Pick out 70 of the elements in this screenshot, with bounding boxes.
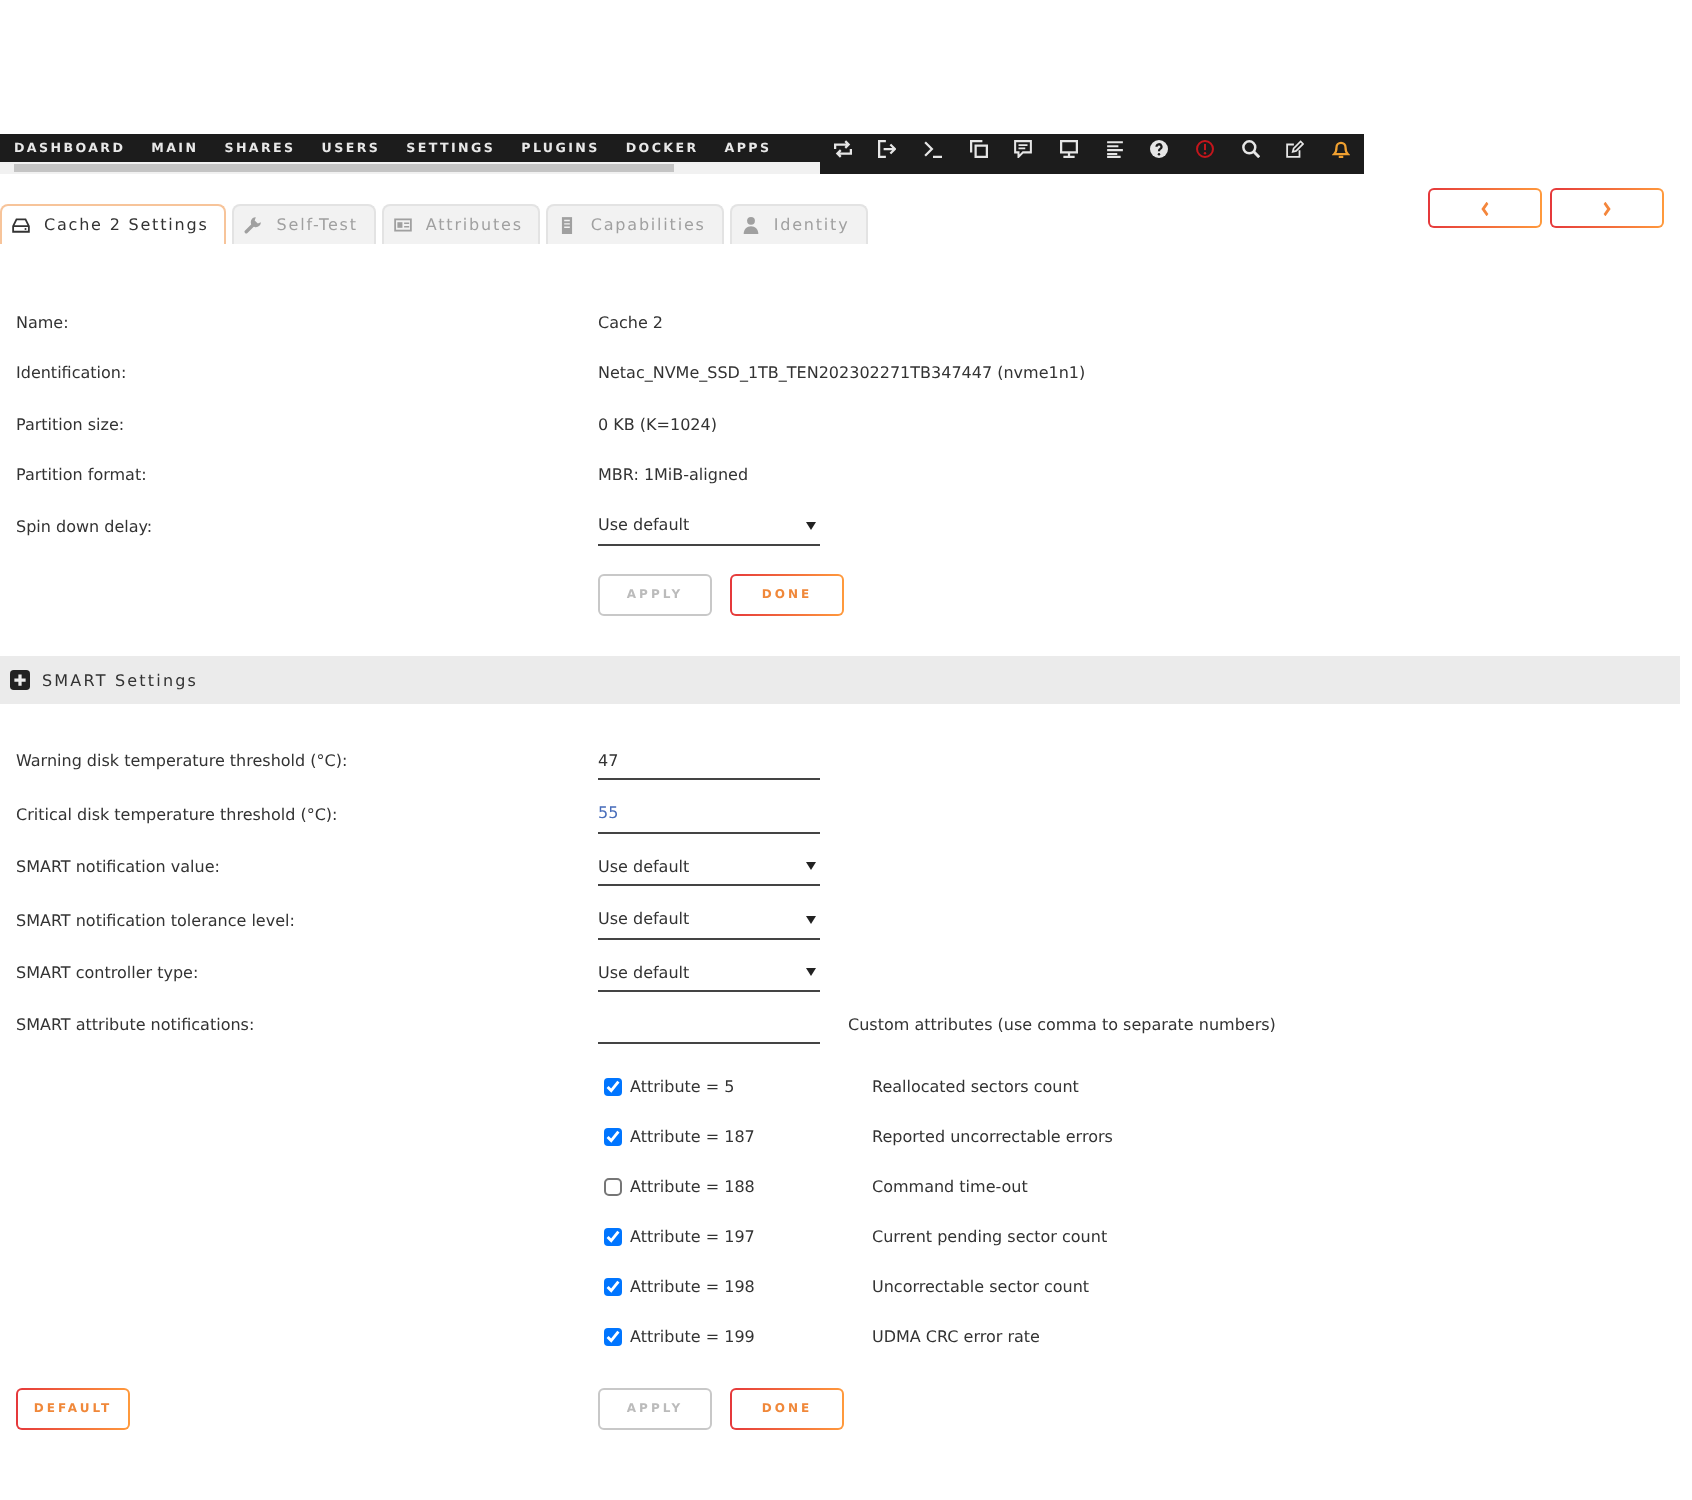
- dropdown-field[interactable]: Use default: [598, 954, 820, 993]
- checkbox[interactable]: [604, 1078, 622, 1097]
- edit-icon[interactable]: [1286, 139, 1305, 157]
- text-input[interactable]: 55: [598, 795, 820, 834]
- checkbox[interactable]: [604, 1128, 622, 1147]
- field-label: Spin down delay:: [16, 517, 153, 535]
- caret-icon: [806, 915, 816, 924]
- attribute-description: UDMA CRC error rate: [872, 1328, 1040, 1347]
- attribute-description: Command time-out: [872, 1178, 1028, 1197]
- wrench-icon: [244, 216, 263, 234]
- field-label: SMART controller type:: [16, 964, 199, 983]
- list-icon[interactable]: [1105, 139, 1124, 157]
- caret-icon: [806, 968, 816, 977]
- checkbox-label: Attribute = 198: [630, 1278, 755, 1297]
- field-value: Netac_NVMe_SSD_1TB_TEN202302271TB347447 (nvme1n1): [598, 364, 1086, 382]
- tab[interactable]: Cache 2 Settings: [0, 204, 227, 244]
- repeat-icon[interactable]: [833, 139, 852, 157]
- field-label: Name:: [16, 313, 69, 331]
- section-title: SMART Settings: [42, 671, 199, 689]
- attribute-description: Reported uncorrectable errors: [872, 1128, 1113, 1147]
- monitor-icon[interactable]: [1060, 139, 1079, 157]
- field-label: SMART attribute notifications:: [16, 1016, 255, 1035]
- field-label: Warning disk temperature threshold (°C):: [16, 752, 348, 771]
- horizontal-scrollbar[interactable]: [0, 162, 820, 174]
- checkbox-label: Attribute = 5: [630, 1078, 735, 1097]
- checkbox-label: Attribute = 188: [630, 1178, 755, 1197]
- dropdown-field[interactable]: Use default: [598, 507, 820, 545]
- attribute-description: Uncorrectable sector count: [872, 1278, 1090, 1297]
- checkbox[interactable]: [604, 1228, 622, 1247]
- field-value: MBR: 1MiB-aligned: [598, 466, 749, 484]
- attribute-description: Reallocated sectors count: [872, 1078, 1079, 1097]
- field-value: 0 KB (K=1024): [598, 415, 717, 433]
- field-label: Critical disk temperature threshold (°C):: [16, 805, 338, 824]
- field-value: Cache 2: [598, 313, 664, 331]
- field-label: Identification:: [16, 364, 127, 382]
- dropdown-field[interactable]: Use default: [598, 848, 820, 887]
- chat-icon[interactable]: [1014, 139, 1033, 157]
- copy-icon[interactable]: [969, 139, 988, 157]
- field-hint: Custom attributes (use comma to separate numbers): [848, 1016, 1276, 1035]
- chevron-right-icon: [1602, 201, 1612, 215]
- field-label: Partition size:: [16, 415, 125, 433]
- field-label: SMART notification tolerance level:: [16, 911, 295, 930]
- terminal-icon[interactable]: [924, 139, 943, 157]
- caret-icon: [806, 862, 816, 871]
- plus-square-icon[interactable]: [10, 670, 30, 690]
- text-input[interactable]: 47: [598, 742, 820, 781]
- user-icon: [741, 216, 760, 234]
- scrollbar-thumb[interactable]: [14, 164, 674, 172]
- hard-drive-icon: [12, 216, 30, 234]
- field-label: SMART notification value:: [16, 858, 220, 877]
- field-label: Partition format:: [16, 466, 147, 484]
- exclamation-circle-icon[interactable]: [1196, 139, 1215, 157]
- checkbox[interactable]: [604, 1278, 622, 1297]
- next-button[interactable]: [1550, 188, 1664, 228]
- previous-button[interactable]: [1428, 188, 1542, 228]
- attribute-description: Current pending sector count: [872, 1228, 1108, 1247]
- bell-icon[interactable]: [1332, 139, 1351, 157]
- checkbox[interactable]: [604, 1328, 622, 1347]
- checkbox-label: Attribute = 199: [630, 1328, 755, 1347]
- dropdown-field[interactable]: Use default: [598, 901, 820, 940]
- caret-icon: [806, 521, 816, 529]
- checkbox[interactable]: [604, 1178, 622, 1197]
- search-icon[interactable]: [1241, 139, 1260, 157]
- checkbox-label: Attribute = 187: [630, 1128, 755, 1147]
- checkbox-label: Attribute = 197: [630, 1228, 755, 1247]
- help-icon[interactable]: [1150, 139, 1169, 157]
- server-icon: [558, 216, 577, 234]
- id-card-icon: [393, 216, 412, 234]
- sign-out-icon[interactable]: [878, 139, 897, 157]
- chevron-left-icon: [1480, 201, 1490, 215]
